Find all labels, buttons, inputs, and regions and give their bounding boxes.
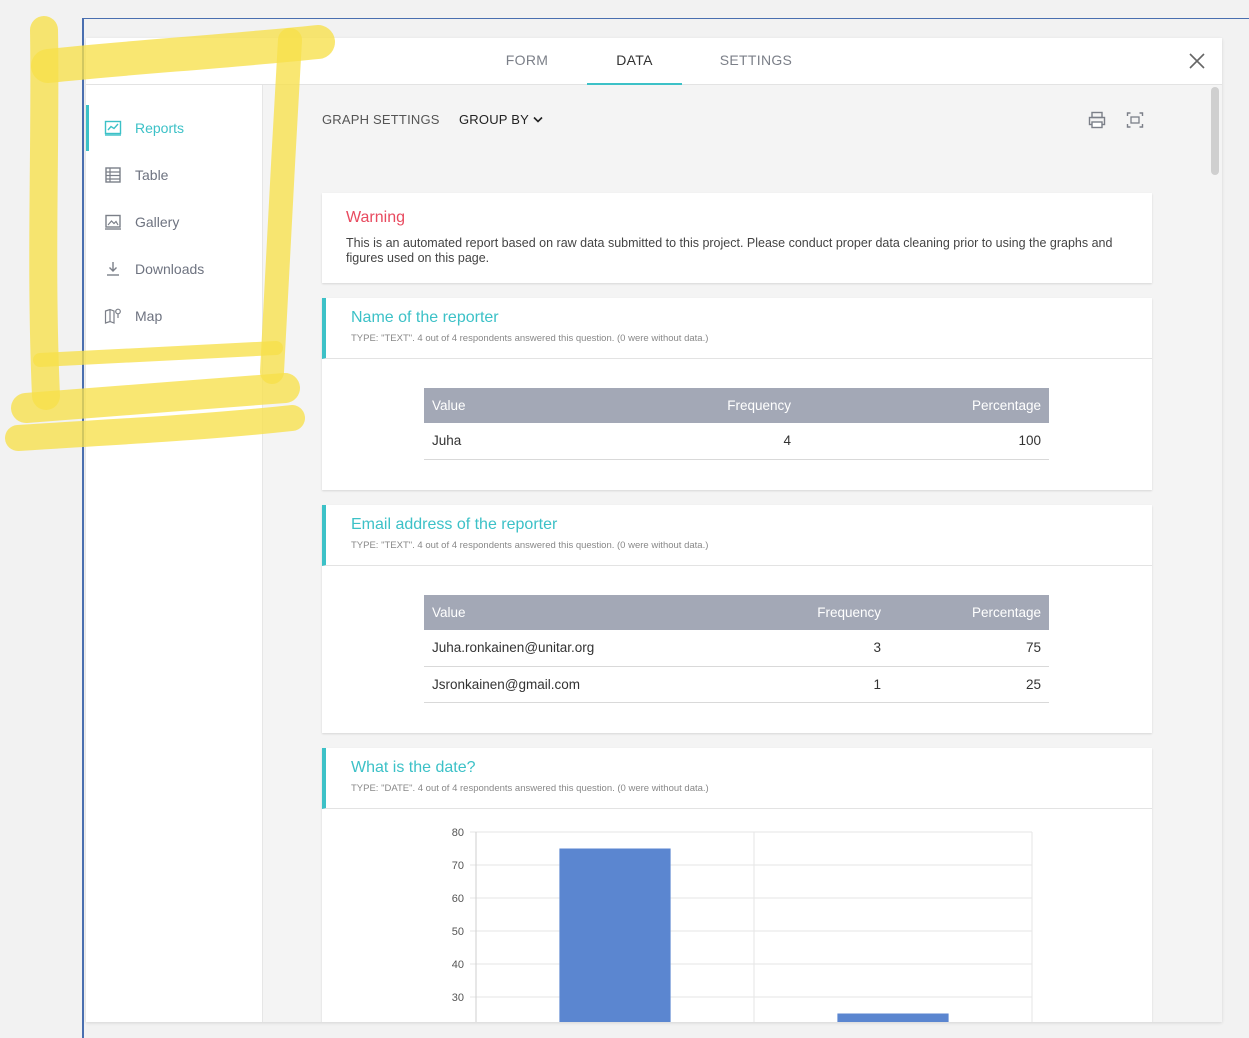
sidebar-item-label: Downloads (135, 261, 205, 277)
warning-text: This is an automated report based on raw… (346, 236, 1113, 265)
table-row: Juha 4 100 (424, 423, 1049, 460)
question-title: Name of the reporter (351, 309, 499, 326)
question-header: Name of the reporter TYPE: "TEXT". 4 out… (322, 298, 1152, 359)
close-icon[interactable] (1186, 50, 1208, 72)
column-header: Frequency (609, 388, 799, 423)
column-header: Frequency (664, 595, 889, 630)
table-cell: 3 (664, 630, 889, 667)
scrollbar[interactable] (1209, 85, 1222, 1022)
top-tab-bar: FORM DATA SETTINGS (86, 38, 1222, 85)
tab-settings[interactable]: SETTINGS (704, 38, 808, 85)
tab-data[interactable]: DATA (587, 38, 682, 85)
column-header: Percentage (889, 595, 1049, 630)
table-cell: Juha (424, 423, 609, 460)
question-title: Email address of the reporter (351, 516, 558, 533)
table-cell: 75 (889, 630, 1049, 667)
frequency-table: Value Frequency Percentage Juha 4 100 (424, 388, 1049, 460)
sidebar-item-gallery[interactable]: Gallery (86, 199, 263, 245)
sidebar-item-downloads[interactable]: Downloads (86, 246, 263, 292)
question-header: What is the date? TYPE: "DATE". 4 out of… (322, 748, 1152, 809)
sidebar-item-label: Reports (135, 120, 185, 136)
chevron-down-icon (533, 116, 543, 123)
y-tick-label: 60 (452, 893, 464, 905)
group-by-label: GROUP BY (459, 112, 529, 127)
download-icon (107, 262, 119, 276)
y-tick-label: 30 (452, 992, 464, 1004)
question-subtitle: TYPE: "DATE". 4 out of 4 respondents ans… (351, 783, 709, 794)
column-header: Value (424, 388, 609, 423)
question-subtitle: TYPE: "TEXT". 4 out of 4 respondents ans… (351, 540, 709, 551)
table-row: Jsronkainen@gmail.com 1 25 (424, 666, 1049, 703)
table-row: Juha.ronkainen@unitar.org 3 75 (424, 630, 1049, 667)
date-bar-chart: 20304050607080 (452, 827, 1033, 1023)
scroll-thumb[interactable] (1211, 87, 1219, 175)
question-card: Email address of the reporter TYPE: "TEX… (322, 505, 1152, 733)
sidebar: Reports Table Gallery Downloads Map (86, 85, 263, 1022)
table-cell: 25 (889, 666, 1049, 703)
table-cell: 4 (609, 423, 799, 460)
table-icon (105, 167, 121, 183)
y-tick-label: 50 (452, 926, 464, 938)
tab-form[interactable]: FORM (484, 38, 570, 85)
fullscreen-icon[interactable] (1125, 110, 1145, 130)
column-header: Percentage (799, 388, 1049, 423)
y-tick-label: 80 (452, 827, 464, 839)
question-subtitle: TYPE: "TEXT". 4 out of 4 respondents ans… (351, 333, 709, 344)
sidebar-item-map[interactable]: Map (86, 293, 263, 339)
graph-settings-button[interactable]: GRAPH SETTINGS (322, 112, 440, 127)
table-cell: 100 (799, 423, 1049, 460)
y-tick-label: 70 (452, 860, 464, 872)
y-tick-label: 40 (452, 959, 464, 971)
sidebar-item-label: Map (135, 308, 163, 324)
project-window: FORM DATA SETTINGS Reports Table Gallery… (86, 38, 1222, 1022)
question-card: What is the date? TYPE: "DATE". 4 out of… (322, 748, 1152, 1022)
table-cell: 1 (664, 666, 889, 703)
table-cell: Juha.ronkainen@unitar.org (424, 630, 664, 667)
sidebar-item-label: Gallery (135, 214, 180, 230)
warning-title: Warning (346, 209, 405, 226)
sidebar-item-reports[interactable]: Reports (86, 105, 263, 151)
print-icon[interactable] (1087, 110, 1107, 130)
chart-bar[interactable] (559, 848, 671, 1023)
chart-bar[interactable] (837, 1013, 949, 1023)
warning-card: Warning This is an automated report base… (322, 193, 1152, 283)
table-header-row: Value Frequency Percentage (424, 595, 1049, 630)
question-header: Email address of the reporter TYPE: "TEX… (322, 505, 1152, 566)
reports-icon (104, 120, 122, 136)
map-icon (104, 308, 121, 324)
gallery-icon (105, 214, 121, 230)
table-cell: Jsronkainen@gmail.com (424, 666, 664, 703)
sidebar-item-label: Table (135, 167, 169, 183)
group-by-dropdown[interactable]: GROUP BY (459, 112, 543, 127)
question-title: What is the date? (351, 759, 476, 776)
sidebar-item-table[interactable]: Table (86, 152, 263, 198)
table-header-row: Value Frequency Percentage (424, 388, 1049, 423)
column-header: Value (424, 595, 664, 630)
frequency-table: Value Frequency Percentage Juha.ronkaine… (424, 595, 1049, 703)
question-card: Name of the reporter TYPE: "TEXT". 4 out… (322, 298, 1152, 490)
report-content: GRAPH SETTINGS GROUP BY Warning This is … (263, 85, 1222, 1022)
